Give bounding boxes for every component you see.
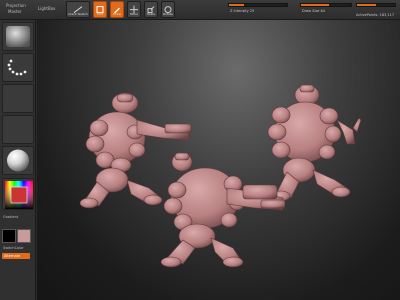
draw-size-slider[interactable] <box>300 3 352 7</box>
projection-master-label[interactable]: Projection <box>6 3 26 8</box>
material-selector[interactable] <box>2 146 34 175</box>
draw-size-fill <box>301 4 329 6</box>
rotate-label: Rotate <box>163 12 173 16</box>
z-intensity-slider[interactable] <box>228 3 288 7</box>
move-button[interactable]: Move <box>127 1 141 18</box>
edit-button[interactable]: Edit <box>93 1 107 18</box>
quick-sketch-button[interactable]: Quick Sketch <box>66 1 90 18</box>
focal-shift-fill <box>357 4 376 6</box>
lightbox-button[interactable]: LightBox <box>38 6 55 11</box>
color-wheel-icon <box>5 181 33 209</box>
sculpt-models <box>79 84 362 268</box>
dwarf-model-center <box>160 152 286 268</box>
focal-shift-slider[interactable] <box>356 3 396 7</box>
alternate-button[interactable]: Alternate <box>2 253 30 259</box>
brush-selector[interactable] <box>2 22 34 51</box>
draw-button[interactable]: Draw <box>110 1 124 18</box>
dots-stroke-icon <box>7 59 27 76</box>
z-intensity-fill <box>229 4 244 6</box>
stroke-selector[interactable] <box>2 53 34 82</box>
left-shelf: Gradient SwitchColor Alternate <box>0 20 36 300</box>
active-points-readout: ActivePoints: 183,117 <box>356 13 395 17</box>
scale-label: Scale <box>146 12 156 16</box>
alternate-label: Alternate <box>4 253 21 258</box>
color-picker[interactable] <box>2 178 34 210</box>
alpha-selector[interactable] <box>2 84 34 113</box>
dwarf-model-right <box>267 84 362 202</box>
top-toolbar: Projection Master LightBox Quick Sketch … <box>0 0 400 20</box>
projection-master-label-2[interactable]: Master <box>8 9 22 14</box>
brush-thumbnail-icon <box>6 26 30 47</box>
quick-sketch-label: Quick Sketch <box>68 12 88 16</box>
draw-size-label: Draw Size 64 <box>302 9 326 13</box>
main-color-swatch[interactable] <box>2 229 16 243</box>
texture-selector[interactable] <box>2 115 34 144</box>
switch-color-label[interactable]: SwitchColor <box>3 246 24 250</box>
edit-label: Edit <box>97 12 103 16</box>
z-intensity-label: Z Intensity 25 <box>230 9 255 13</box>
draw-label: Draw <box>113 12 121 16</box>
secondary-color-swatch[interactable] <box>17 229 31 243</box>
gradient-label[interactable]: Gradient <box>3 215 18 219</box>
scale-button[interactable]: Scale <box>144 1 158 18</box>
move-label: Move <box>129 12 139 16</box>
document-canvas[interactable] <box>37 20 400 300</box>
material-sphere-icon <box>7 149 29 172</box>
rotate-button[interactable]: Rotate <box>161 1 175 18</box>
